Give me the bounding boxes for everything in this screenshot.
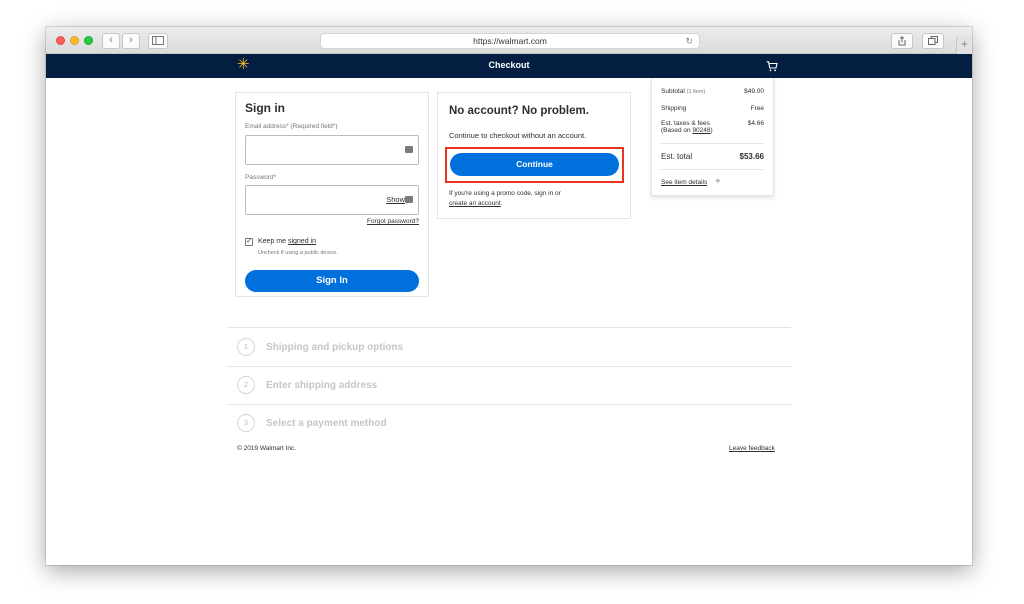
new-tab-button[interactable]: + — [956, 37, 972, 54]
total-row: Est. total $53.66 — [661, 152, 764, 161]
cart-icon[interactable] — [766, 59, 778, 77]
email-field[interactable] — [245, 135, 419, 165]
share-icon[interactable] — [891, 33, 913, 49]
promo-note: If you're using a promo code, sign in or… — [449, 189, 561, 209]
back-button[interactable]: ‹ — [102, 33, 120, 49]
step-label: Select a payment method — [266, 418, 387, 429]
sign-in-button[interactable]: Sign In — [245, 270, 419, 292]
summary-divider — [661, 143, 764, 144]
guest-heading: No account? No problem. — [449, 105, 589, 117]
autofill-key-icon[interactable] — [405, 146, 413, 153]
guest-description: Continue to checkout without an account. — [449, 131, 587, 140]
sidebar-toggle-icon[interactable] — [148, 33, 168, 49]
order-summary: Subtotal (1 item) $49.00 Shipping Free E… — [651, 78, 774, 196]
minimize-window-button[interactable] — [70, 36, 79, 45]
shipping-label: Shipping — [661, 105, 687, 112]
forgot-password-link[interactable]: Forgot password? — [367, 218, 419, 225]
password-field[interactable]: Show — [245, 185, 419, 215]
taxes-based: (Based on — [661, 127, 693, 134]
step-number: 1 — [237, 338, 255, 356]
step-label: Enter shipping address — [266, 380, 378, 391]
taxes-label: Est. taxes & fees — [661, 120, 710, 127]
subtotal-items: (1 item) — [686, 89, 706, 95]
continue-button[interactable]: Continue — [450, 153, 619, 176]
expand-plus-icon[interactable]: + — [715, 176, 720, 186]
step-divider — [227, 366, 791, 367]
subtotal-label: Subtotal — [661, 88, 685, 95]
keep-signed-in-checkbox[interactable]: ✓ — [245, 238, 253, 246]
close-window-button[interactable] — [56, 36, 65, 45]
step-divider — [227, 404, 791, 405]
forward-button[interactable]: › — [122, 33, 140, 49]
step-number: 3 — [237, 414, 255, 432]
password-label: Password* — [245, 174, 277, 181]
promo-text: If you're using a promo code, sign in or — [449, 190, 561, 197]
promo-period: . — [500, 200, 503, 207]
keep-signed-in-label: Keep me signed in — [258, 238, 316, 245]
subtotal-value: $49.00 — [744, 88, 764, 95]
taxes-row: Est. taxes & fees (Based on 90248) $4.66 — [661, 120, 764, 134]
step-number: 2 — [237, 376, 255, 394]
see-item-details-link[interactable]: See item details — [661, 179, 707, 186]
tabs-overview-icon[interactable] — [922, 33, 944, 49]
show-password-button[interactable]: Show — [386, 195, 405, 204]
total-value: $53.66 — [739, 152, 764, 161]
total-label: Est. total — [661, 152, 693, 161]
taxes-close: ) — [710, 127, 713, 134]
step-divider — [227, 327, 791, 328]
signed-in-link[interactable]: signed in — [288, 238, 316, 245]
reload-icon[interactable]: ↻ — [685, 34, 693, 48]
keep-prefix: Keep me — [258, 238, 288, 245]
create-account-link[interactable]: create an account — [449, 200, 501, 207]
summary-divider — [661, 169, 764, 170]
site-header: ✳ Checkout — [46, 54, 972, 78]
zoom-window-button[interactable] — [84, 36, 93, 45]
shipping-row: Shipping Free — [661, 105, 764, 112]
copyright-text: © 2019 Walmart Inc. — [237, 445, 297, 452]
guest-checkout-panel: No account? No problem. Continue to chec… — [437, 92, 631, 219]
zip-code-link[interactable]: 90248 — [692, 127, 710, 134]
subtotal-row: Subtotal (1 item) $49.00 — [661, 88, 764, 95]
step-label: Shipping and pickup options — [266, 342, 404, 353]
public-device-hint: Uncheck if using a public device. — [258, 250, 338, 256]
taxes-value: $4.66 — [747, 120, 764, 127]
see-item-details-toggle[interactable]: See item details + — [661, 176, 721, 186]
page-title: Checkout — [488, 60, 530, 70]
autofill-key-icon[interactable] — [405, 196, 413, 203]
address-bar[interactable]: https://walmart.com ↻ — [320, 33, 700, 49]
shipping-value: Free — [750, 105, 764, 112]
sign-in-panel: Sign in Email address* (Required field*)… — [235, 92, 429, 297]
url-text: https://walmart.com — [473, 36, 547, 46]
browser-window: ‹ › https://walmart.com ↻ + ✳ Checkout S… — [46, 27, 972, 565]
leave-feedback-link[interactable]: Leave feedback — [729, 445, 775, 452]
sign-in-heading: Sign in — [245, 101, 285, 115]
browser-toolbar: ‹ › https://walmart.com ↻ + — [46, 27, 972, 54]
email-label: Email address* (Required field*) — [245, 123, 338, 130]
